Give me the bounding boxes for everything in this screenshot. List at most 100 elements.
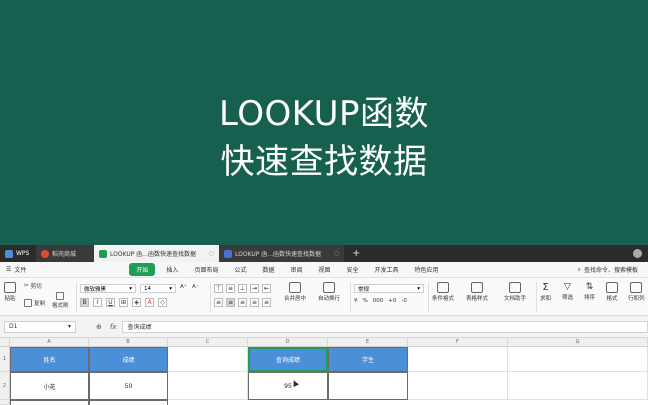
- col-header-a[interactable]: A: [10, 338, 89, 347]
- decrease-decimal-icon[interactable]: -0: [401, 298, 406, 304]
- indent-button[interactable]: ⇥: [250, 284, 259, 293]
- cell-a1[interactable]: 姓名: [10, 347, 89, 372]
- fx-icon[interactable]: fx: [110, 323, 117, 331]
- cell-d2[interactable]: 95: [248, 372, 328, 400]
- align-left-button[interactable]: ≡: [214, 298, 223, 307]
- menu-item-developer[interactable]: 开发工具: [367, 265, 407, 274]
- tab-close-icon[interactable]: ○: [209, 250, 214, 257]
- align-middle-button[interactable]: ≡: [226, 284, 235, 293]
- formula-bar: D1 ▾ ⊕ fx 查询成绩: [0, 316, 648, 338]
- fill-color-button[interactable]: ◈: [132, 298, 141, 307]
- merge-label: 合并居中: [284, 296, 307, 302]
- tab-document-2[interactable]: LOOKUP 函...函数快速查找数据 ○: [219, 245, 344, 262]
- cell-b3[interactable]: [89, 400, 168, 405]
- menu-item-review[interactable]: 审阅: [282, 265, 310, 274]
- cell-g1[interactable]: [508, 347, 648, 372]
- cell-e1[interactable]: 学生: [328, 347, 408, 372]
- col-header-c[interactable]: C: [168, 338, 248, 347]
- formula-input[interactable]: 查询成绩: [122, 320, 648, 333]
- col-header-f[interactable]: F: [408, 338, 508, 347]
- tab-active-document[interactable]: LOOKUP 函...函数快速查找数据 ○: [94, 245, 219, 262]
- align-right-button[interactable]: ≡: [238, 298, 247, 307]
- menu-item-formula[interactable]: 公式: [226, 265, 254, 274]
- merge-center-button[interactable]: 合并居中: [284, 282, 306, 302]
- percent-icon[interactable]: %: [363, 298, 368, 304]
- font-color-button[interactable]: A: [145, 298, 154, 307]
- avatar[interactable]: [633, 249, 642, 258]
- format-button[interactable]: 格式: [606, 282, 618, 302]
- menu-file-label: 文件: [14, 267, 27, 274]
- outdent-button[interactable]: ⇤: [262, 284, 271, 293]
- menu-item-view[interactable]: 视图: [311, 265, 339, 274]
- thousands-icon[interactable]: 000: [373, 298, 384, 304]
- doc-helper-button[interactable]: 文档助手: [504, 282, 526, 302]
- command-search[interactable]: ⌕ 查找命令、搜索模板: [578, 265, 648, 275]
- table-style-button[interactable]: 表格样式: [466, 282, 488, 302]
- justify-button[interactable]: ≡: [250, 298, 259, 307]
- tab-wps-home[interactable]: WPS: [0, 245, 36, 262]
- col-header-b[interactable]: B: [89, 338, 168, 347]
- filter-button[interactable]: ▽ 筛选: [562, 282, 573, 301]
- format-painter-button[interactable]: 格式刷: [52, 292, 69, 309]
- cut-button[interactable]: ✂ 剪切: [24, 282, 42, 290]
- conditional-format-icon: [437, 282, 449, 293]
- name-box[interactable]: D1 ▾: [4, 320, 76, 333]
- cell-f2[interactable]: [408, 372, 508, 400]
- col-header-e[interactable]: E: [328, 338, 408, 347]
- font-name-select[interactable]: 微软雅黑 ▾: [80, 284, 136, 293]
- currency-icon[interactable]: ¥: [354, 298, 358, 304]
- menu-file[interactable]: ☰ 文件: [0, 265, 26, 274]
- conditional-format-button[interactable]: 条件格式: [432, 282, 454, 302]
- wrap-label: 自动换行: [318, 296, 341, 302]
- sigma-icon: Σ: [542, 282, 549, 293]
- increase-decimal-icon[interactable]: +0: [388, 298, 396, 304]
- menu-item-security[interactable]: 安全: [339, 265, 367, 274]
- wrap-text-button[interactable]: 自动换行: [318, 282, 340, 302]
- cell-e2[interactable]: [328, 372, 408, 400]
- font-size-select[interactable]: 14 ▾: [140, 284, 176, 293]
- cell-a3[interactable]: [10, 400, 89, 405]
- cell-f1[interactable]: [408, 347, 508, 372]
- col-header-d[interactable]: D: [248, 338, 328, 347]
- menu-item-insert[interactable]: 插入: [158, 265, 186, 274]
- cell-a2[interactable]: 小花: [10, 372, 89, 400]
- align-center-button[interactable]: ≡: [226, 298, 235, 307]
- border-button[interactable]: ⊞: [119, 298, 128, 307]
- corner-cell[interactable]: [0, 338, 10, 347]
- font-shrink-button[interactable]: A⁻: [192, 284, 199, 290]
- cell-c1[interactable]: [168, 347, 248, 372]
- font-grow-button[interactable]: A⁺: [180, 284, 187, 290]
- col-header-g[interactable]: G: [508, 338, 648, 347]
- clear-format-button[interactable]: ◇: [158, 298, 167, 307]
- row-header-3[interactable]: [0, 400, 10, 405]
- distribute-button[interactable]: ≡: [262, 298, 271, 307]
- menu-item-home[interactable]: 开始: [129, 263, 156, 276]
- cell-g2[interactable]: [508, 372, 648, 400]
- cell-d1[interactable]: 查询成绩: [248, 347, 328, 372]
- number-format-select[interactable]: 常规 ▾: [354, 284, 424, 293]
- underline-button[interactable]: U: [106, 298, 115, 307]
- row-col-button[interactable]: 行和列: [628, 282, 645, 302]
- menu-item-page-layout[interactable]: 页面布局: [186, 265, 226, 274]
- tab-close-icon-2[interactable]: ○: [334, 250, 339, 257]
- menu-item-features[interactable]: 特色应用: [407, 265, 447, 274]
- align-bottom-button[interactable]: ⊥: [238, 284, 247, 293]
- row-header-2[interactable]: 2: [0, 372, 10, 400]
- table-style-icon: [471, 282, 483, 293]
- row-header-1[interactable]: 1: [0, 347, 10, 372]
- sum-button[interactable]: Σ 求和: [540, 282, 551, 302]
- tab-store[interactable]: 稻壳商城: [36, 245, 94, 262]
- cell-c2[interactable]: [168, 372, 248, 400]
- cell-b1[interactable]: 成绩: [89, 347, 168, 372]
- new-tab-button[interactable]: +: [344, 245, 368, 262]
- italic-button[interactable]: I: [93, 298, 102, 307]
- cell-b2[interactable]: 50: [89, 372, 168, 400]
- bold-button[interactable]: B: [80, 298, 89, 307]
- zoom-icon[interactable]: ⊕: [96, 323, 102, 331]
- copy-button[interactable]: 复制: [24, 299, 45, 307]
- paste-button[interactable]: 粘贴: [4, 282, 16, 302]
- command-search-label: 查找命令、搜索模板: [583, 267, 638, 274]
- sort-button[interactable]: ⇅ 排序: [584, 282, 595, 301]
- align-top-button[interactable]: ⊤: [214, 284, 223, 293]
- menu-item-data[interactable]: 数据: [254, 265, 282, 274]
